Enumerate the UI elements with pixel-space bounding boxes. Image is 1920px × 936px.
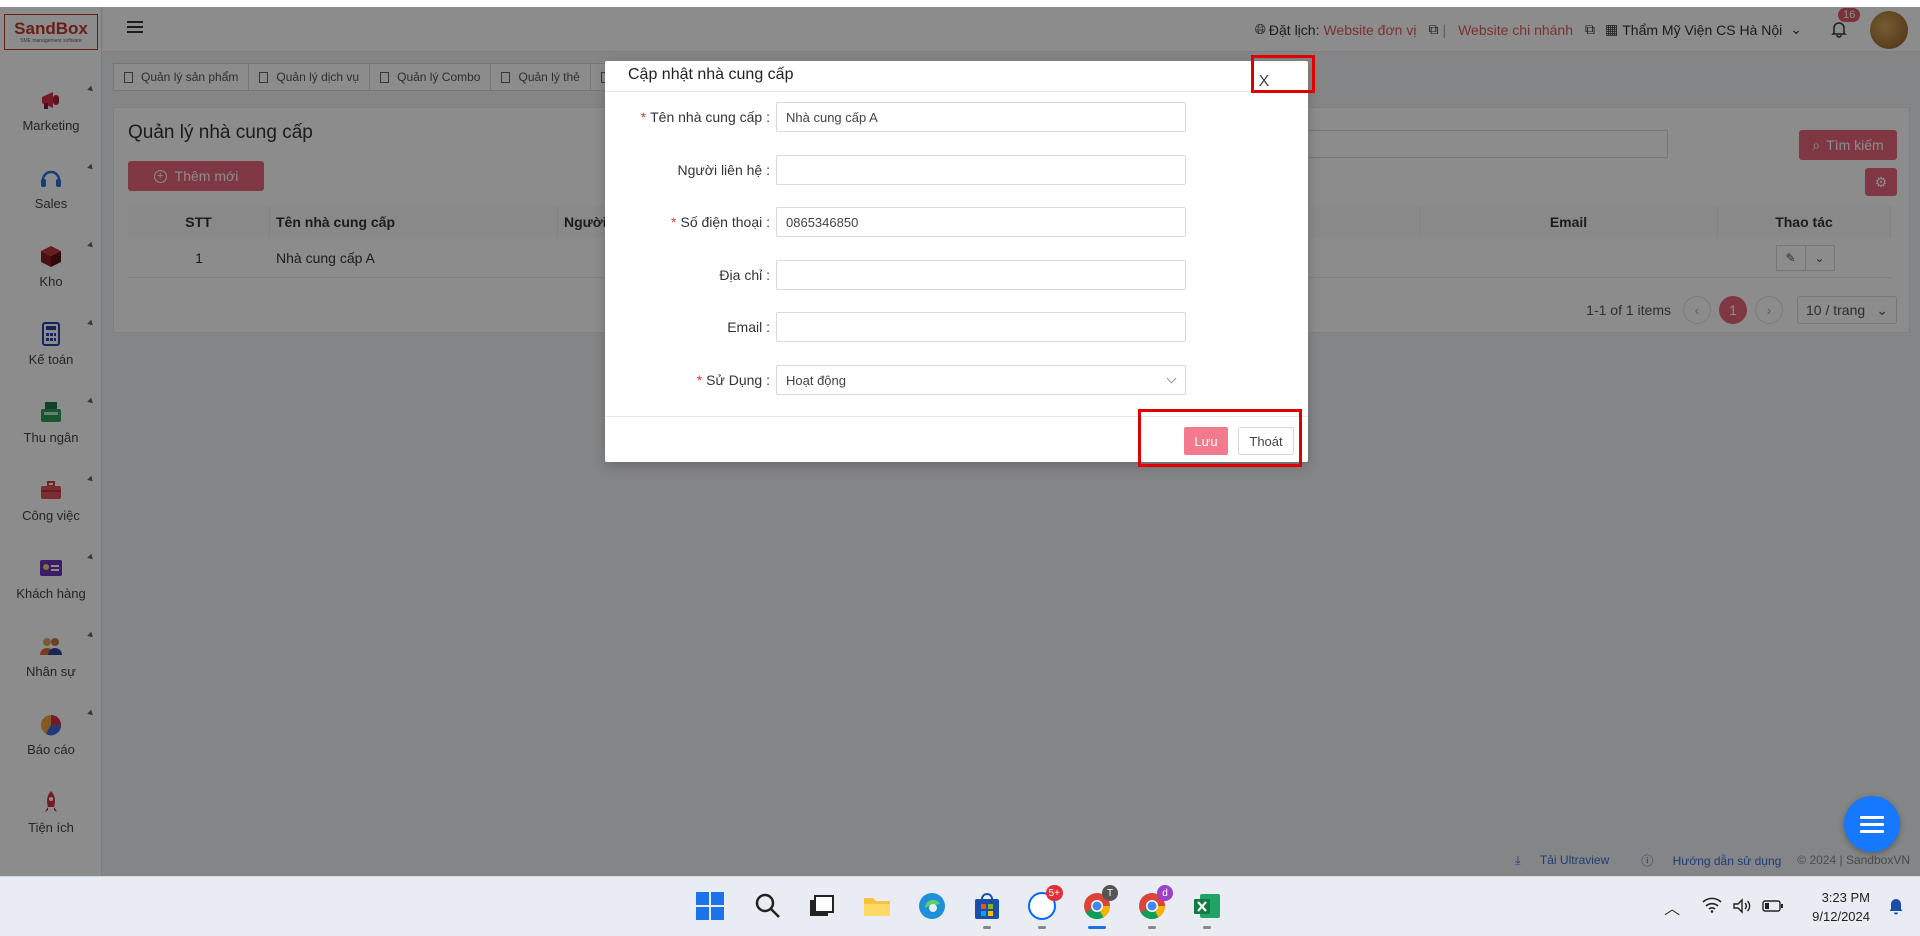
required-mark: * [640,109,647,125]
email-input[interactable] [776,312,1186,342]
label-text: Email [727,319,763,335]
system-tray: ︿ 3:23 PM 9/12/2024 [1664,877,1920,936]
chrome-profile-badge: d [1157,885,1173,901]
running-indicator [1203,926,1211,929]
app-window: SandBox SME management software Marketin… [0,7,1920,876]
floating-menu-button[interactable] [1844,796,1900,852]
field-row-address: Địa chỉ : [605,260,1308,290]
system-clock[interactable]: 3:23 PM 9/12/2024 [1812,888,1870,926]
zalo-badge: 5+ [1045,885,1063,901]
chevron-up-icon[interactable]: ︿ [1664,895,1680,919]
highlight-box-close [1251,55,1315,93]
field-row-name: * Tên nhà cung cấp : Nhà cung cấp A [605,102,1308,132]
label-text: Người liên hệ [677,162,763,178]
label-text: Địa chỉ [719,267,763,283]
field-label: * Tên nhà cung cấp : [640,109,770,125]
bell-icon[interactable] [1888,897,1904,918]
highlight-box-footer [1138,409,1302,467]
file-explorer-icon[interactable] [860,889,894,923]
supplier-name-input[interactable]: Nhà cung cấp A [776,102,1186,132]
field-label: Người liên hệ : [677,162,771,178]
battery-icon[interactable] [1762,899,1784,916]
field-row-email: Email : [605,312,1308,342]
field-row-status: * Sử Dụng : Hoạt động [605,365,1308,395]
label-text: Tên nhà cung cấp [650,109,763,125]
field-label: * Số điện thoại : [671,214,770,230]
chrome-profile-icon[interactable]: d [1135,885,1173,929]
field-label: * Sử Dụng : [696,372,770,388]
search-icon[interactable] [751,889,785,923]
running-indicator [1038,926,1046,929]
status-value: Hoạt động [786,372,846,388]
contact-person-input[interactable] [776,155,1186,185]
required-mark: * [671,214,677,230]
field-row-contact: Người liên hệ : [605,155,1308,185]
microsoft-store-icon[interactable] [970,889,1004,929]
chrome-icon[interactable]: T [1080,885,1118,929]
modal-title: Cập nhật nhà cung cấp [628,66,794,83]
wifi-icon[interactable] [1702,897,1722,917]
clock-date: 9/12/2024 [1812,909,1870,924]
excel-icon[interactable] [1190,889,1224,929]
phone-input[interactable]: 0865346850 [776,207,1186,237]
status-select[interactable]: Hoạt động [776,365,1186,395]
label-text: Số điện thoại [680,214,763,230]
speaker-icon[interactable] [1732,897,1752,917]
field-label: Địa chỉ : [719,267,770,283]
clock-time: 3:23 PM [1821,890,1870,905]
divider [605,91,1308,92]
windows-taskbar: 5+ T d ︿ 3:23 PM 9/12/2024 [0,876,1920,936]
chevron-down-icon [1166,373,1177,383]
required-mark: * [696,372,703,388]
field-row-phone: * Số điện thoại : 0865346850 [605,207,1308,237]
running-indicator [1148,926,1156,929]
edge-browser-icon[interactable] [915,889,949,923]
top-strip [0,0,1920,7]
task-view-icon[interactable] [804,889,838,923]
field-label: Email : [727,319,770,335]
address-input[interactable] [776,260,1186,290]
active-indicator [1088,926,1106,929]
update-supplier-modal: Cập nhật nhà cung cấp X * Tên nhà cung cấ… [605,61,1308,462]
chrome-profile-badge: T [1102,885,1118,901]
label-text: Sử Dụng [706,372,763,388]
windows-start-icon[interactable] [693,889,727,923]
running-indicator [983,926,991,929]
zalo-icon[interactable]: 5+ [1025,885,1063,929]
